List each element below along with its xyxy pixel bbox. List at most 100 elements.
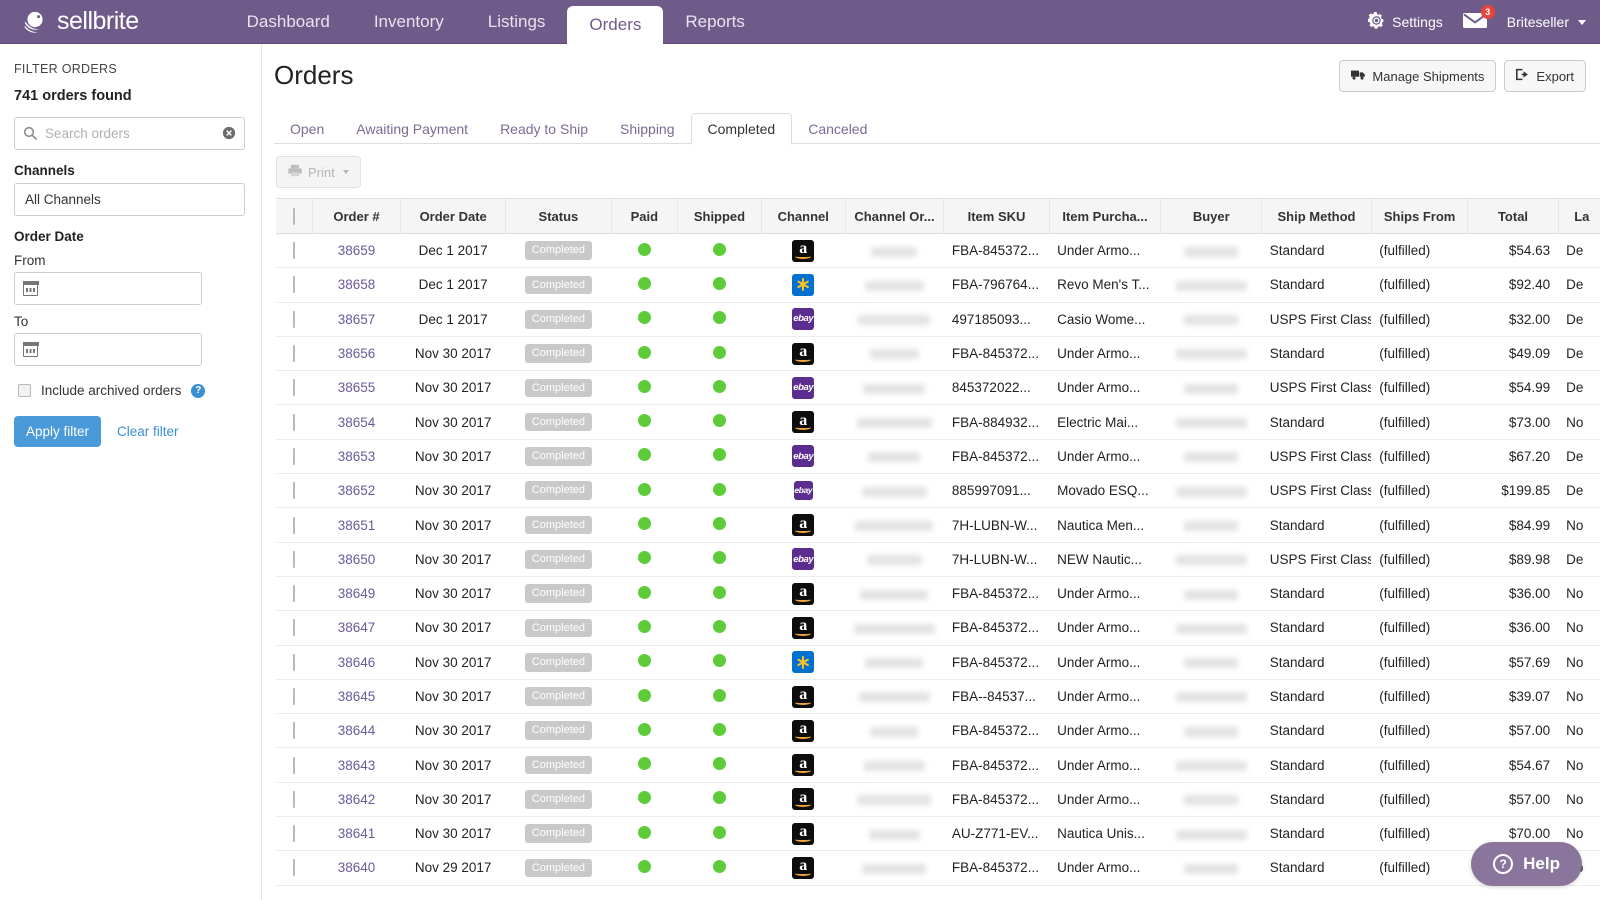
row-checkbox[interactable]	[293, 619, 295, 636]
cell-order-number[interactable]: 38642	[313, 782, 401, 816]
column-header-channel[interactable]: Channel	[761, 199, 845, 234]
table-row[interactable]: 38655Nov 30 2017Completedebay845372022..…	[276, 371, 1600, 405]
cell-order-number[interactable]: 38646	[313, 645, 401, 679]
column-header-channel-order[interactable]: Channel Or...	[845, 199, 944, 234]
tab-shipping[interactable]: Shipping	[604, 114, 691, 144]
row-checkbox[interactable]	[293, 276, 295, 293]
row-checkbox[interactable]	[293, 311, 295, 328]
row-select-cell[interactable]	[276, 679, 313, 713]
clear-filter-link[interactable]: Clear filter	[117, 424, 179, 439]
row-select-cell[interactable]	[276, 714, 313, 748]
tab-open[interactable]: Open	[274, 114, 340, 144]
table-row[interactable]: 38649Nov 30 2017CompletedaFBA-845372...U…	[276, 576, 1600, 610]
export-button[interactable]: Export	[1504, 60, 1586, 92]
channels-select[interactable]: All Channels	[14, 183, 245, 216]
table-row[interactable]: 38641Nov 30 2017CompletedaAU-Z771-EV...N…	[276, 817, 1600, 851]
table-row[interactable]: 38651Nov 30 2017Completeda7H-LUBN-W...Na…	[276, 508, 1600, 542]
row-checkbox[interactable]	[293, 482, 295, 499]
row-select-cell[interactable]	[276, 576, 313, 610]
row-checkbox[interactable]	[293, 825, 295, 842]
column-header-paid[interactable]: Paid	[611, 199, 678, 234]
row-checkbox[interactable]	[293, 551, 295, 568]
column-header-total[interactable]: Total	[1468, 199, 1558, 234]
row-checkbox[interactable]	[293, 379, 295, 396]
column-header-ships-from[interactable]: Ships From	[1371, 199, 1468, 234]
date-to-input[interactable]	[14, 333, 202, 366]
help-widget-button[interactable]: ? Help	[1471, 842, 1582, 886]
row-select-cell[interactable]	[276, 371, 313, 405]
cell-order-number[interactable]: 38643	[313, 748, 401, 782]
row-select-cell[interactable]	[276, 234, 313, 268]
table-row[interactable]: 38654Nov 30 2017CompletedaFBA-884932...E…	[276, 405, 1600, 439]
nav-item-inventory[interactable]: Inventory	[352, 0, 466, 44]
column-header-order-date[interactable]: Order Date	[401, 199, 506, 234]
row-checkbox[interactable]	[293, 791, 295, 808]
cell-order-number[interactable]: 38651	[313, 508, 401, 542]
row-select-cell[interactable]	[276, 474, 313, 508]
row-checkbox[interactable]	[293, 448, 295, 465]
include-archived-checkbox[interactable]	[18, 384, 31, 397]
brand-logo-group[interactable]: sellbrite	[0, 0, 153, 43]
tab-canceled[interactable]: Canceled	[792, 114, 883, 144]
nav-item-listings[interactable]: Listings	[466, 0, 568, 44]
row-checkbox[interactable]	[293, 722, 295, 739]
table-row[interactable]: 38644Nov 30 2017CompletedaFBA-845372...U…	[276, 714, 1600, 748]
column-header-item-purchased[interactable]: Item Purcha...	[1049, 199, 1161, 234]
cell-order-number[interactable]: 38652	[313, 474, 401, 508]
column-header-buyer[interactable]: Buyer	[1161, 199, 1262, 234]
search-orders-box[interactable]	[14, 117, 245, 150]
nav-item-reports[interactable]: Reports	[663, 0, 767, 44]
row-select-cell[interactable]	[276, 336, 313, 370]
apply-filter-button[interactable]: Apply filter	[14, 416, 101, 447]
row-checkbox[interactable]	[293, 517, 295, 534]
row-checkbox[interactable]	[293, 345, 295, 362]
column-header-shipped[interactable]: Shipped	[678, 199, 762, 234]
row-checkbox[interactable]	[293, 242, 295, 259]
cell-order-number[interactable]: 38649	[313, 576, 401, 610]
row-select-cell[interactable]	[276, 611, 313, 645]
row-select-cell[interactable]	[276, 508, 313, 542]
cell-order-number[interactable]: 38653	[313, 439, 401, 473]
select-all-header[interactable]	[276, 199, 313, 234]
row-checkbox[interactable]	[293, 654, 295, 671]
select-all-checkbox[interactable]	[293, 208, 295, 225]
table-row[interactable]: 38645Nov 30 2017CompletedaFBA--84537...U…	[276, 679, 1600, 713]
row-select-cell[interactable]	[276, 542, 313, 576]
column-header-order[interactable]: Order #	[313, 199, 401, 234]
row-select-cell[interactable]	[276, 645, 313, 679]
row-select-cell[interactable]	[276, 851, 313, 885]
table-row[interactable]: 38657Dec 1 2017Completedebay497185093...…	[276, 302, 1600, 336]
table-row[interactable]: 38640Nov 29 2017CompletedaFBA-845372...U…	[276, 851, 1600, 885]
row-checkbox[interactable]	[293, 859, 295, 876]
cell-order-number[interactable]: 38641	[313, 817, 401, 851]
table-row[interactable]: 38642Nov 30 2017CompletedaFBA-845372...U…	[276, 782, 1600, 816]
row-select-cell[interactable]	[276, 439, 313, 473]
table-row[interactable]: 38647Nov 30 2017CompletedaFBA-845372...U…	[276, 611, 1600, 645]
table-row[interactable]: 38652Nov 30 2017Completedebay885997091..…	[276, 474, 1600, 508]
cell-order-number[interactable]: 38655	[313, 371, 401, 405]
table-row[interactable]: 38659Dec 1 2017CompletedaFBA-845372...Un…	[276, 234, 1600, 268]
row-select-cell[interactable]	[276, 268, 313, 302]
messages-button[interactable]: 3	[1463, 12, 1487, 32]
question-circle-icon[interactable]: ?	[191, 384, 205, 398]
include-archived-row[interactable]: Include archived orders ?	[18, 383, 245, 398]
row-checkbox[interactable]	[293, 585, 295, 602]
row-select-cell[interactable]	[276, 782, 313, 816]
table-row[interactable]: 38658Dec 1 2017CompletedFBA-796764...Rev…	[276, 268, 1600, 302]
row-select-cell[interactable]	[276, 405, 313, 439]
cell-order-number[interactable]: 38647	[313, 611, 401, 645]
column-header-item-sku[interactable]: Item SKU	[944, 199, 1049, 234]
row-checkbox[interactable]	[293, 688, 295, 705]
nav-item-dashboard[interactable]: Dashboard	[225, 0, 352, 44]
clear-circle-icon[interactable]	[222, 126, 236, 145]
table-row[interactable]: 38656Nov 30 2017CompletedaFBA-845372...U…	[276, 336, 1600, 370]
cell-order-number[interactable]: 38640	[313, 851, 401, 885]
settings-button[interactable]: Settings	[1368, 12, 1443, 32]
tab-awaiting-payment[interactable]: Awaiting Payment	[340, 114, 484, 144]
print-button[interactable]: Print	[276, 156, 361, 188]
table-row[interactable]: 38653Nov 30 2017CompletedebayFBA-845372.…	[276, 439, 1600, 473]
table-row[interactable]: 38650Nov 30 2017Completedebay7H-LUBN-W..…	[276, 542, 1600, 576]
cell-order-number[interactable]: 38657	[313, 302, 401, 336]
search-input[interactable]	[43, 125, 216, 142]
cell-order-number[interactable]: 38644	[313, 714, 401, 748]
